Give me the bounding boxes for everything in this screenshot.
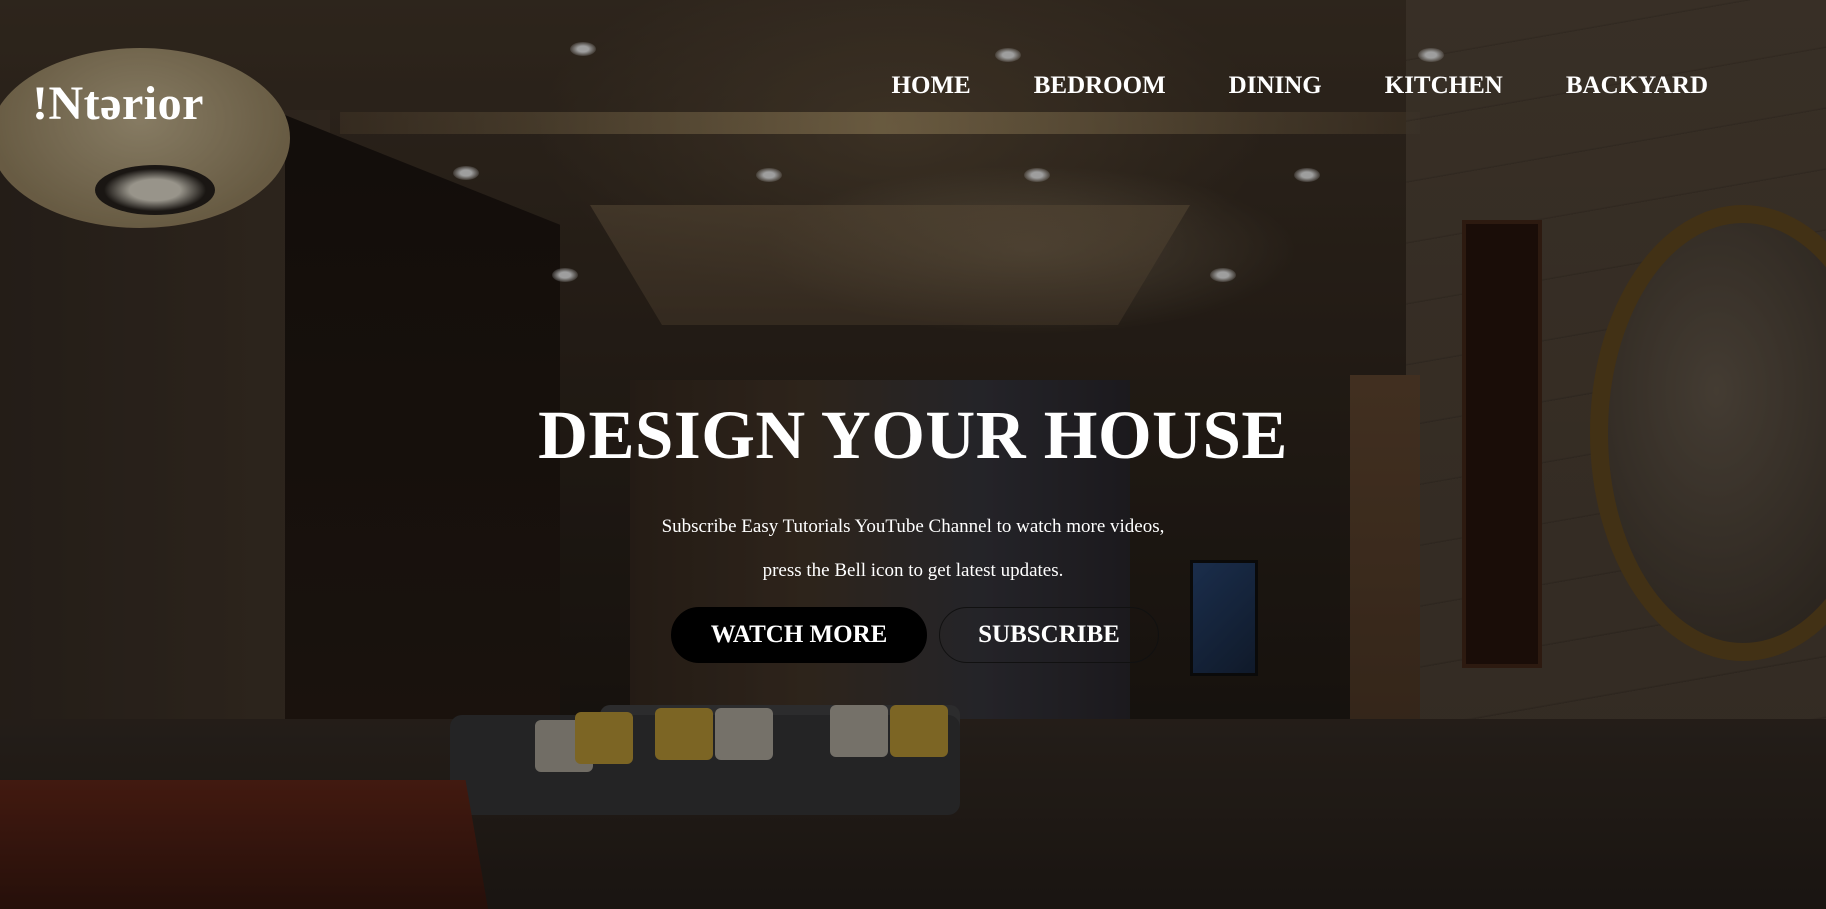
main-nav: HOME BEDROOM DINING KITCHEN BACKYARD [892,72,1708,100]
hero-section: !Ntərior HOME BEDROOM DINING KITCHEN BAC… [0,0,1826,909]
hero-content: DESIGN YOUR HOUSE Subscribe Easy Tutoria… [0,395,1826,663]
hero-headline: DESIGN YOUR HOUSE [538,397,1288,473]
watch-more-button[interactable]: WATCH MORE [671,607,927,663]
nav-item-backyard[interactable]: BACKYARD [1566,72,1708,100]
hero-subtext-line: press the Bell icon to get latest update… [762,560,1064,581]
hero-subtext-line: Subscribe Easy Tutorials YouTube Channel… [661,516,1165,537]
nav-item-bedroom[interactable]: BEDROOM [1034,72,1166,100]
nav-item-kitchen[interactable]: KITCHEN [1385,72,1503,100]
site-logo[interactable]: !Ntərior [32,76,204,131]
nav-item-dining[interactable]: DINING [1229,72,1322,100]
subscribe-button[interactable]: SUBSCRIBE [939,607,1159,663]
nav-item-home[interactable]: HOME [892,72,971,100]
hero-subtext: Subscribe Easy Tutorials YouTube Channel… [0,505,1826,593]
hero-buttons: WATCH MORE SUBSCRIBE [0,607,1826,663]
